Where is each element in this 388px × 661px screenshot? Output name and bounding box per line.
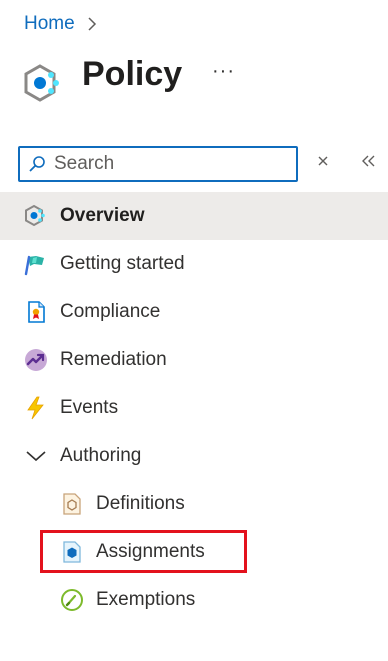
nav-item-compliance[interactable]: Compliance (0, 288, 388, 336)
collapse-menu-icon[interactable] (360, 152, 378, 170)
search-icon (28, 155, 46, 173)
clear-search-icon[interactable] (316, 154, 330, 168)
nav-item-label: Authoring (60, 445, 142, 466)
definitions-icon (60, 492, 84, 516)
nav-item-label: Events (60, 397, 119, 418)
nav-item-label: Definitions (96, 493, 185, 514)
nav-item-label: Assignments (96, 541, 205, 562)
exemptions-icon (60, 588, 84, 612)
chevron-right-icon (87, 17, 97, 31)
resource-menu: Overview Getting started Compliance Reme… (0, 192, 388, 624)
page-header: Policy ··· (22, 52, 362, 110)
nav-item-label: Remediation (60, 349, 167, 370)
breadcrumb: Home (24, 12, 97, 36)
compliance-icon (24, 300, 48, 324)
search-input[interactable] (54, 148, 290, 180)
nav-item-exemptions[interactable]: Exemptions (0, 576, 388, 624)
chevron-down-icon (24, 444, 48, 468)
page-title: Policy (82, 55, 183, 93)
lightning-icon (24, 396, 48, 420)
nav-item-label: Overview (60, 205, 145, 226)
policy-icon (24, 204, 48, 228)
nav-item-label: Getting started (60, 253, 185, 274)
nav-item-getting-started[interactable]: Getting started (0, 240, 388, 288)
nav-item-label: Exemptions (96, 589, 196, 610)
nav-item-definitions[interactable]: Definitions (0, 480, 388, 528)
nav-item-overview[interactable]: Overview (0, 192, 388, 240)
nav-group-authoring[interactable]: Authoring (0, 432, 388, 480)
nav-item-assignments[interactable]: Assignments (0, 528, 388, 576)
nav-item-remediation[interactable]: Remediation (0, 336, 388, 384)
search-row (18, 146, 384, 182)
assignments-icon (60, 540, 84, 564)
policy-icon (22, 62, 66, 106)
nav-item-events[interactable]: Events (0, 384, 388, 432)
flag-icon (24, 252, 48, 276)
remediation-icon (24, 348, 48, 372)
search-box (18, 146, 298, 182)
more-options-button[interactable]: ··· (212, 60, 235, 83)
nav-item-label: Compliance (60, 301, 161, 322)
breadcrumb-home-link[interactable]: Home (24, 13, 75, 35)
